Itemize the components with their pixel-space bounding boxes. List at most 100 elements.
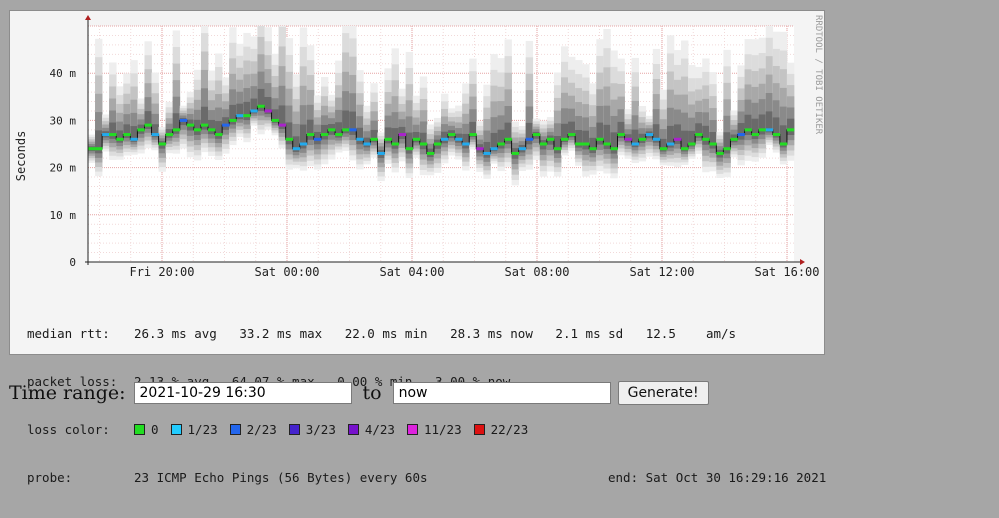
smoke-band [483, 141, 491, 158]
median-point [356, 137, 364, 141]
x-tick-label: Fri 20:00 [129, 265, 194, 279]
loss-color-swatch [288, 424, 300, 435]
median-point [539, 142, 548, 146]
smoke-band [193, 119, 202, 135]
median-point [610, 147, 618, 151]
median-point [702, 137, 710, 141]
loss-color-swatch [170, 424, 182, 435]
smoke-band [405, 132, 414, 154]
median-point [751, 133, 759, 137]
smoke-band [391, 128, 399, 149]
time-range-form: Time range: to Generate! [9, 380, 709, 406]
median-point [236, 114, 244, 118]
median-point [441, 137, 449, 141]
loss-color-text: 4/23 [364, 422, 395, 437]
median-point [377, 151, 385, 155]
loss-color-legend: 0 1/23 2/23 3/23 4/23 11/23 22/23 [134, 422, 540, 437]
median-point [448, 133, 456, 137]
smoke-band [222, 117, 230, 130]
median-point [511, 151, 519, 155]
smoke-band [596, 122, 604, 145]
median-point [603, 142, 611, 146]
median-point [568, 133, 576, 137]
median-point [553, 147, 562, 151]
median-point [363, 142, 371, 146]
median-point [716, 151, 724, 155]
median-point [243, 114, 251, 118]
smokeping-graph: Seconds RRDTOOL / TOBI OETIKER 0 10 m 20 m… [9, 10, 826, 485]
median-point [617, 133, 625, 137]
median-point [222, 123, 230, 127]
smoke-band [306, 119, 315, 140]
loss-color-text: 1/23 [187, 422, 218, 437]
y-tick-label: 20 m [50, 162, 77, 175]
median-point [370, 137, 378, 141]
median-point [419, 142, 428, 146]
loss-color-text: 22/23 [490, 422, 529, 437]
smoke-band [398, 126, 406, 140]
median-point [433, 142, 442, 146]
smoke-band [356, 127, 364, 145]
time-range-from-input[interactable] [133, 382, 352, 404]
smoke-band [412, 132, 421, 143]
loss-color-item: 22/23 [473, 422, 529, 438]
loss-color-text: 2/23 [246, 422, 277, 437]
loss-color-item: 0 [134, 422, 159, 438]
median-point [426, 151, 435, 155]
probe-label: probe: [27, 470, 73, 485]
loss-color-item: 2/23 [229, 422, 277, 438]
median-point [772, 133, 781, 137]
time-range-to-label: to [362, 382, 382, 404]
median-point [525, 137, 534, 141]
median-point [462, 142, 470, 146]
loss-color-text: 11/23 [423, 422, 462, 437]
median-point [342, 128, 350, 132]
median-point [123, 133, 131, 137]
median-point [582, 142, 590, 146]
time-range-label: Time range: [9, 382, 126, 404]
median-point [102, 133, 110, 137]
median-point [313, 137, 322, 141]
median-point [186, 123, 195, 127]
median-point [285, 137, 294, 141]
smoke-band [758, 114, 767, 135]
median-rtt-values: 26.3 ms avg 33.2 ms max 22.0 ms min 28.3… [134, 326, 737, 341]
loss-color-label: loss color: [27, 422, 110, 437]
loss-color-swatch [406, 424, 418, 435]
loss-color-swatch [229, 424, 241, 435]
median-point [95, 147, 103, 151]
median-point [116, 137, 124, 141]
median-point [589, 147, 597, 151]
median-point [405, 147, 414, 151]
loss-color-row: loss color: 0 1/23 2/23 3/23 4/23 11/23 22/23 [27, 422, 736, 438]
median-point [229, 118, 237, 122]
probe-end-time: end: Sat Oct 30 16:29:16 2021 [608, 470, 827, 485]
median-point [320, 133, 329, 137]
smoke-band [116, 130, 124, 143]
loss-color-item: 1/23 [170, 422, 218, 438]
generate-button[interactable]: Generate! [617, 381, 709, 405]
median-point [476, 147, 484, 151]
median-point [666, 142, 675, 146]
median-point [518, 147, 527, 151]
loss-color-item: 4/23 [347, 422, 395, 438]
y-axis-label: Seconds [14, 131, 28, 182]
smoke-band [744, 114, 752, 136]
median-point [561, 137, 569, 141]
y-tick-label: 0 [69, 256, 76, 269]
median-point [215, 133, 223, 137]
median-point [483, 151, 491, 155]
median-point [179, 118, 188, 122]
median-point [709, 142, 717, 146]
median-point [130, 137, 138, 141]
median-point [271, 118, 279, 122]
loss-color-text: 3/23 [305, 422, 336, 437]
smoke-band [215, 121, 223, 139]
x-tick-label: Sat 12:00 [629, 265, 694, 279]
y-axis-arrow [85, 15, 91, 20]
y-tick-label: 30 m [50, 114, 77, 127]
time-range-to-input[interactable] [392, 382, 611, 404]
y-tick-label: 10 m [50, 209, 77, 222]
median-point [144, 123, 152, 127]
smoke-band [737, 123, 745, 140]
